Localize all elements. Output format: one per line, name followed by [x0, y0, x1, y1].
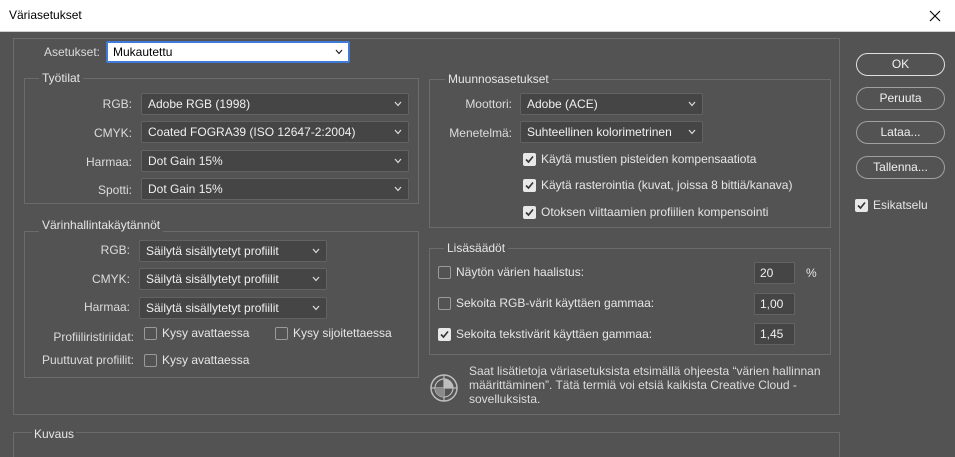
intent-label: Menetelmä: [449, 126, 512, 140]
dither-checkbox[interactable] [523, 179, 536, 192]
ws-gray-value: Dot Gain 15% [148, 154, 223, 168]
load-button[interactable]: Lataa... [856, 121, 945, 144]
scene-ref-checkbox[interactable] [523, 206, 536, 219]
missing-ask-open-checkbox[interactable] [144, 354, 157, 367]
settings-label: Asetukset: [43, 45, 100, 59]
pol-cmyk-label: CMYK: [91, 272, 130, 286]
checkmark-icon [525, 208, 534, 217]
pol-rgb-label: RGB: [100, 243, 130, 257]
pol-rgb-select[interactable]: Säilytä sisällytetyt profiilit [139, 240, 327, 262]
window-title: Väriasetukset [9, 8, 82, 22]
save-button[interactable]: Tallenna... [856, 156, 945, 179]
chevron-down-icon [394, 158, 402, 164]
mismatch-ask-paste-label: Kysy sijoitettaessa [293, 326, 392, 340]
advanced-title: Lisäsäädöt [444, 241, 509, 255]
ok-button[interactable]: OK [856, 53, 945, 76]
dither-label: Käytä rasterointia (kuvat, joissa 8 bitt… [541, 178, 793, 192]
ws-rgb-label: RGB: [102, 97, 132, 111]
mismatch-ask-open-label: Kysy avattaessa [162, 326, 250, 340]
workspaces-title: Työtilat [39, 71, 84, 85]
desaturate-unit: % [806, 266, 817, 280]
ws-rgb-value: Adobe RGB (1998) [148, 97, 251, 111]
description-frame [13, 432, 840, 457]
mismatch-label: Profiiliristiriidat: [53, 330, 134, 344]
ws-spot-label: Spotti: [97, 183, 132, 197]
checkmark-icon [857, 201, 866, 210]
settings-select[interactable]: Mukautettu [106, 41, 350, 63]
mismatch-ask-open-checkbox[interactable] [144, 327, 157, 340]
blend-text-input[interactable]: 1,45 [754, 323, 795, 345]
desaturate-checkbox[interactable] [438, 266, 451, 279]
close-icon [929, 10, 941, 21]
ws-gray-select[interactable]: Dot Gain 15% [141, 150, 409, 172]
pol-gray-label: Harmaa: [83, 300, 130, 314]
engine-select[interactable]: Adobe (ACE) [520, 93, 703, 115]
black-point-label: Käytä mustien pisteiden kompensaatiota [541, 152, 757, 166]
blend-rgb-label: Sekoita RGB-värit käyttäen gammaa: [456, 296, 655, 310]
checkmark-icon [525, 181, 534, 190]
missing-label: Puuttuvat profiilit: [41, 353, 134, 367]
chevron-down-icon [688, 101, 696, 107]
ws-gray-label: Harmaa: [85, 155, 132, 169]
chevron-down-icon [394, 186, 402, 192]
desaturate-label: Näytön värien haalistus: [456, 265, 585, 279]
info-text: Saat lisätietoja väriasetuksista etsimäl… [469, 364, 821, 406]
blend-rgb-input[interactable]: 1,00 [754, 293, 795, 315]
settings-value: Mukautettu [113, 45, 173, 59]
mismatch-ask-paste-checkbox[interactable] [275, 327, 288, 340]
chevron-down-icon [394, 101, 402, 107]
checkmark-icon [525, 155, 534, 164]
conversion-title: Muunnosasetukset [445, 72, 552, 86]
blend-rgb-checkbox[interactable] [438, 297, 451, 310]
color-management-info-icon [430, 374, 458, 402]
description-title: Kuvaus [32, 427, 77, 441]
chevron-down-icon [312, 248, 320, 254]
pol-gray-value: Säilytä sisällytetyt profiilit [146, 301, 279, 315]
engine-label: Moottori: [465, 97, 512, 111]
chevron-down-icon [688, 129, 696, 135]
blend-text-label: Sekoita tekstivärit käyttäen gammaa: [456, 327, 653, 341]
ws-spot-select[interactable]: Dot Gain 15% [141, 178, 409, 200]
ws-cmyk-label: CMYK: [93, 126, 132, 140]
checkmark-icon [440, 330, 449, 339]
ws-cmyk-select[interactable]: Coated FOGRA39 (ISO 12647-2:2004) [141, 121, 409, 143]
ws-spot-value: Dot Gain 15% [148, 182, 223, 196]
desaturate-input[interactable]: 20 [754, 262, 795, 284]
chevron-down-icon [312, 305, 320, 311]
black-point-checkbox[interactable] [523, 153, 536, 166]
cancel-button[interactable]: Peruuta [856, 87, 945, 110]
preview-checkbox[interactable] [855, 199, 868, 212]
pol-cmyk-select[interactable]: Säilytä sisällytetyt profiilit [139, 268, 327, 290]
intent-value: Suhteellinen kolorimetrinen [527, 125, 672, 139]
chevron-down-icon [335, 49, 343, 55]
title-bar: Väriasetukset [0, 0, 955, 32]
chevron-down-icon [312, 276, 320, 282]
ws-rgb-select[interactable]: Adobe RGB (1998) [141, 93, 409, 115]
engine-value: Adobe (ACE) [527, 97, 598, 111]
blend-text-checkbox[interactable] [438, 328, 451, 341]
ws-cmyk-value: Coated FOGRA39 (ISO 12647-2:2004) [148, 125, 356, 139]
pol-rgb-value: Säilytä sisällytetyt profiilit [146, 244, 279, 258]
missing-ask-open-label: Kysy avattaessa [162, 353, 250, 367]
preview-label: Esikatselu [873, 198, 928, 212]
close-button[interactable] [915, 0, 955, 31]
policies-title: Värinhallintakäytännöt [39, 218, 164, 232]
chevron-down-icon [394, 129, 402, 135]
scene-ref-label: Otoksen viittaamien profiilien kompensoi… [541, 205, 769, 219]
pol-gray-select[interactable]: Säilytä sisällytetyt profiilit [139, 297, 327, 319]
pol-cmyk-value: Säilytä sisällytetyt profiilit [146, 272, 279, 286]
intent-select[interactable]: Suhteellinen kolorimetrinen [520, 121, 703, 143]
